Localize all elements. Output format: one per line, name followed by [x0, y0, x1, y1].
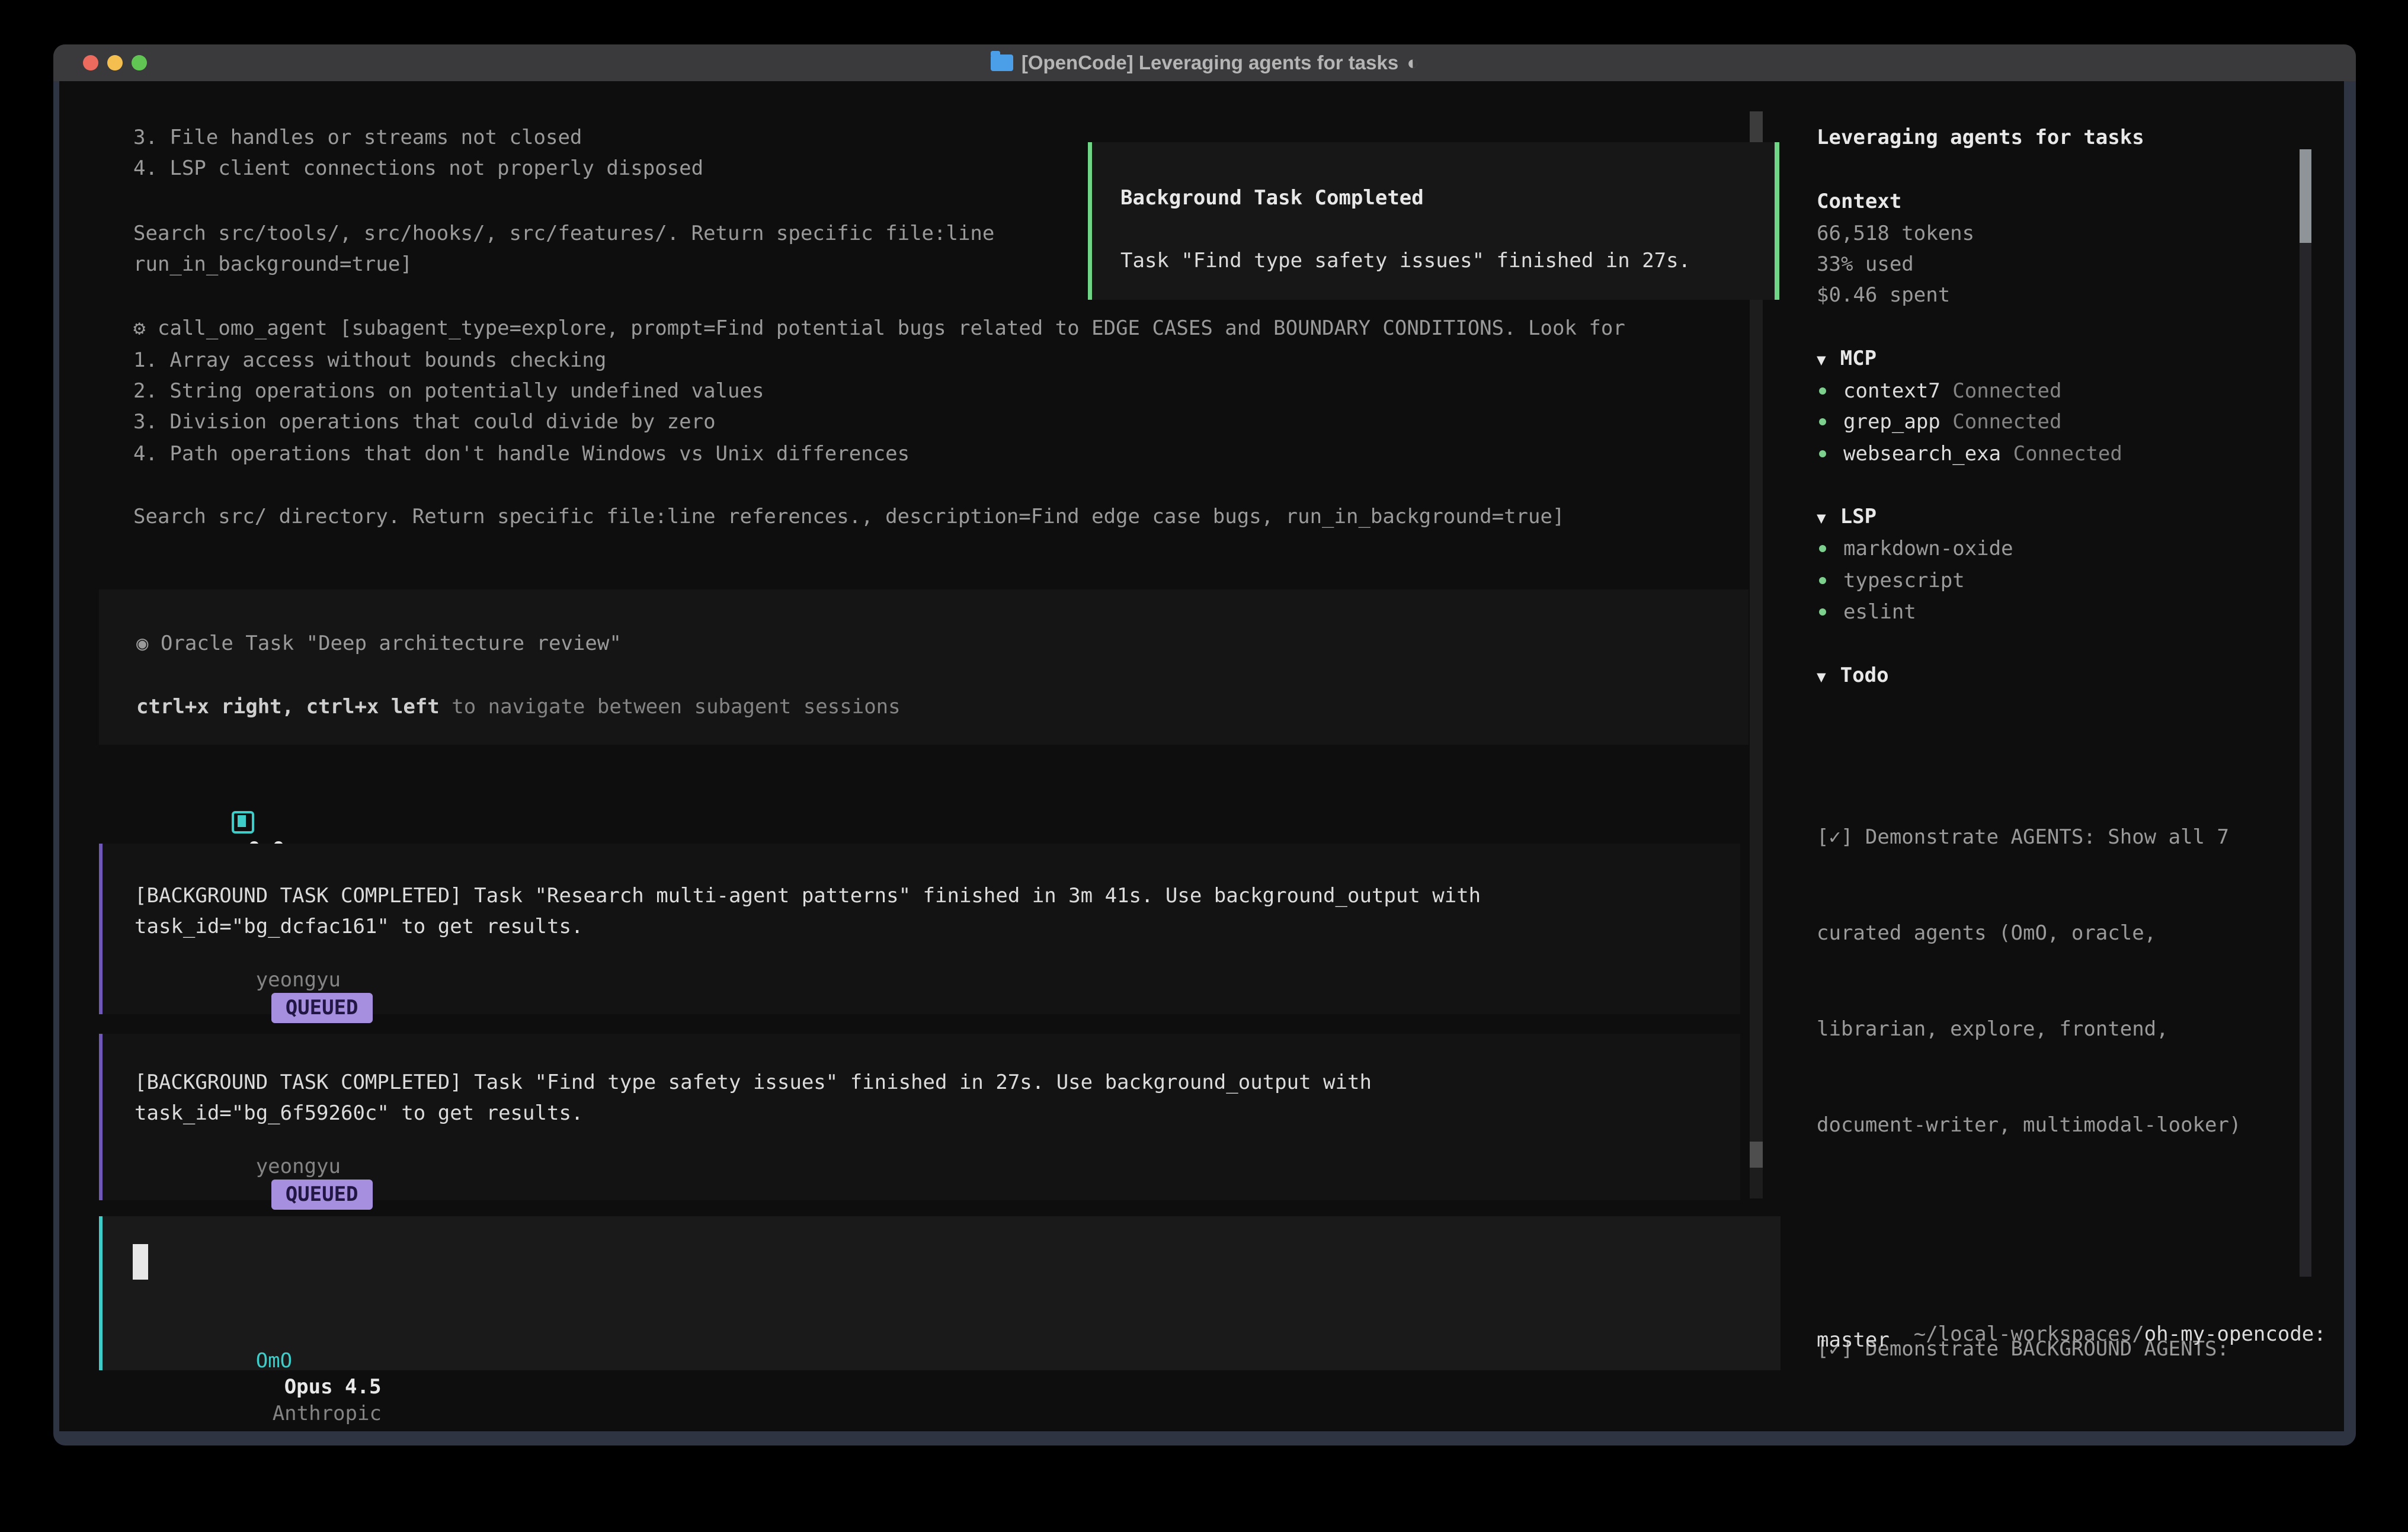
- status-dot-icon: [1819, 450, 1826, 457]
- oracle-task-box[interactable]: ◉ Oracle Task "Deep architecture review"…: [99, 589, 1749, 745]
- scrollback-line: run_in_background=true]: [133, 251, 412, 277]
- chevron-down-icon: ▼: [1817, 351, 1826, 369]
- traffic-lights: [83, 55, 147, 70]
- terminal-window: [OpenCode] Leveraging agents for tasks ◐…: [53, 44, 2356, 1446]
- message-line: [BACKGROUND TASK COMPLETED] Task "Find t…: [135, 1069, 1372, 1095]
- mcp-item: context7 Connected: [1817, 378, 2061, 404]
- folder-icon: [991, 55, 1013, 71]
- chevron-down-icon: ▼: [1817, 668, 1826, 686]
- mcp-section-header[interactable]: ▼MCP: [1817, 345, 1877, 371]
- record-icon: ◉: [136, 632, 148, 655]
- todo-item: [✓] Demonstrate AGENTS: Show all 7 curat…: [1817, 757, 2265, 1205]
- lsp-item: typescript: [1817, 568, 1965, 594]
- input-model-row: OmO Opus 4.5 Anthropic: [135, 1322, 382, 1431]
- author: yeongyu: [256, 1155, 341, 1178]
- status-dot-icon: [1819, 577, 1826, 584]
- agent-call-line: 3. Division operations that could divide…: [133, 409, 716, 435]
- sidebar-scrollbar-thumb[interactable]: [2300, 149, 2311, 243]
- message-line: task_id="bg_dcfac161" to get results.: [135, 914, 583, 940]
- scrollback-line: Search src/tools/, src/hooks/, src/featu…: [133, 220, 994, 246]
- text-cursor: [133, 1244, 148, 1280]
- minimize-button[interactable]: [107, 55, 123, 70]
- message-line: [BACKGROUND TASK COMPLETED] Task "Resear…: [135, 883, 1481, 909]
- agent-call-line: 4. Path operations that don't handle Win…: [133, 441, 910, 467]
- workspace-branch: master: [1817, 1327, 1890, 1353]
- scrollback-line: 4. LSP client connections not properly d…: [133, 155, 703, 181]
- window-title: [OpenCode] Leveraging agents for tasks: [1022, 52, 1398, 74]
- toast-title: Background Task Completed: [1120, 185, 1424, 211]
- screen: [OpenCode] Leveraging agents for tasks ◐…: [0, 0, 2408, 1532]
- gear-icon: ⚙: [133, 316, 145, 340]
- workspace-path: ~/local-workspaces/oh-my-opencode:: [1817, 1295, 2326, 1374]
- tab-hint: tab switch agent: [1346, 1423, 1602, 1431]
- scrollback-line: 3. File handles or streams not closed: [133, 124, 582, 150]
- terminal-content: 3. File handles or streams not closed 4.…: [59, 81, 2344, 1431]
- palette-hint: ctrl+p commands: [1578, 1423, 1788, 1431]
- agent-call-line: 2. String operations on potentially unde…: [133, 378, 764, 404]
- message-block: [BACKGROUND TASK COMPLETED] Task "Resear…: [99, 844, 1740, 1014]
- lsp-section-header[interactable]: ▼LSP: [1817, 504, 1877, 530]
- agent-call-line: Search src/ directory. Return specific f…: [133, 504, 1564, 530]
- hint-text: to navigate between subagent sessions: [440, 695, 901, 719]
- todo-section-header[interactable]: ▼Todo: [1817, 662, 1889, 688]
- context-heading: Context: [1817, 188, 1901, 214]
- context-tokens: 66,518 tokens: [1817, 220, 1974, 246]
- message-block: [BACKGROUND TASK COMPLETED] Task "Find t…: [99, 1034, 1740, 1200]
- context-used: 33% used: [1817, 251, 1914, 277]
- oracle-task-hint: ctrl+x right, ctrl+x left to navigate be…: [136, 694, 901, 720]
- toast-body: Task "Find type safety issues" finished …: [1120, 248, 1690, 274]
- chevron-down-icon: ▼: [1817, 509, 1826, 527]
- agent-icon: [232, 811, 254, 834]
- oracle-task-title: ◉ Oracle Task "Deep architecture review": [136, 630, 622, 656]
- input-provider: Anthropic: [273, 1402, 382, 1425]
- status-badge: QUEUED: [271, 993, 373, 1023]
- close-button[interactable]: [83, 55, 98, 70]
- input-model-name: Opus 4.5: [284, 1375, 382, 1399]
- context-spent: $0.46 spent: [1817, 282, 1950, 308]
- input-agent-name: OmO: [256, 1349, 292, 1373]
- app-version-row: OpenCode 1.0.163: [1817, 1423, 2038, 1431]
- lsp-item: eslint: [1817, 599, 1916, 625]
- message-line: task_id="bg_6f59260c" to get results.: [135, 1100, 583, 1126]
- hint-keys: ctrl+x right, ctrl+x left: [136, 695, 440, 719]
- zoom-button[interactable]: [132, 55, 147, 70]
- background-task-toast: Background Task Completed Task "Find typ…: [1088, 142, 1779, 300]
- author: yeongyu: [256, 968, 341, 992]
- status-dot-icon: [1819, 387, 1826, 395]
- esc-hint: esc interrupt: [238, 1423, 455, 1431]
- mcp-item: websearch_exa Connected: [1817, 441, 2122, 467]
- window-title-group: [OpenCode] Leveraging agents for tasks ◐: [991, 52, 1418, 74]
- agent-call-line: ⚙ call_omo_agent [subagent_type=explore,…: [133, 315, 1625, 341]
- prompt-input[interactable]: OmO Opus 4.5 Anthropic: [99, 1216, 1781, 1370]
- status-dot-icon: [1819, 418, 1826, 425]
- lsp-item: markdown-oxide: [1817, 536, 2013, 562]
- message-meta: yeongyu QUEUED: [135, 941, 373, 1049]
- main-scrollbar-thumb-top[interactable]: [1750, 111, 1763, 146]
- status-dot-icon: [1819, 608, 1826, 616]
- sidebar-scrollbar-track[interactable]: [2300, 243, 2311, 1277]
- session-title: Leveraging agents for tasks: [1817, 124, 2144, 150]
- status-badge: QUEUED: [271, 1180, 373, 1209]
- status-dot-icon: [1819, 545, 1826, 552]
- main-scrollbar-thumb[interactable]: [1750, 1142, 1763, 1168]
- agent-call-line: 1. Array access without bounds checking: [133, 347, 606, 373]
- session-state-icon: ◐: [1407, 52, 1418, 74]
- titlebar: [OpenCode] Leveraging agents for tasks ◐: [53, 44, 2356, 81]
- main-scrollbar-track[interactable]: [1750, 153, 1763, 1198]
- mcp-item: grep_app Connected: [1817, 409, 2061, 435]
